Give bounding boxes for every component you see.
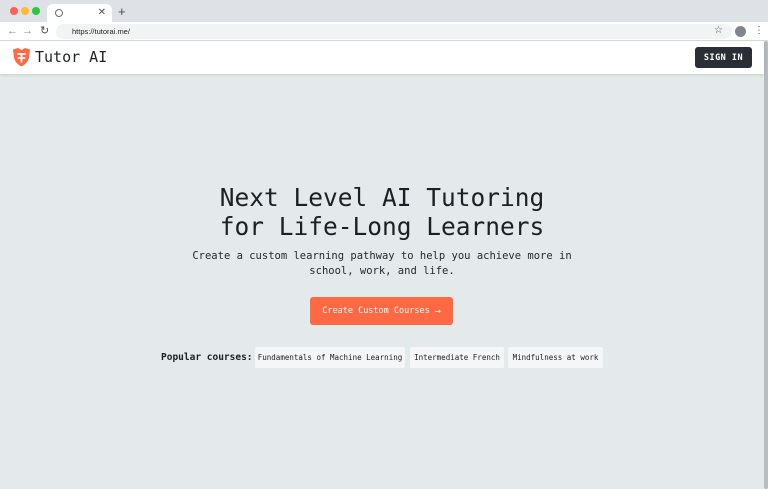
site-header: Tutor AI SIGN IN [0, 41, 764, 74]
profile-icon[interactable] [735, 26, 746, 37]
course-chip[interactable]: Fundamentals of Machine Learning [255, 347, 405, 368]
url-text: https://tutorai.me/ [72, 27, 130, 36]
scrollbar-thumb[interactable] [764, 41, 768, 489]
hero-headline: Next Level AI Tutoring for Life-Long Lea… [82, 183, 682, 241]
hero-section [0, 74, 764, 489]
browser-tab-bar: ✕ + [0, 0, 768, 22]
plus-icon[interactable]: + [118, 4, 126, 20]
star-icon[interactable]: ☆ [714, 23, 723, 39]
close-icon[interactable]: ✕ [98, 6, 106, 20]
logo-text[interactable]: Tutor AI [35, 47, 107, 67]
course-chip[interactable]: Mindfulness at work [508, 347, 603, 368]
browser-toolbar: ← → ↻ https://tutorai.me/ ☆ ⋮ [0, 22, 768, 41]
reload-icon[interactable]: ↻ [40, 23, 49, 39]
window-zoom-button[interactable] [32, 7, 40, 15]
window-close-button[interactable] [10, 7, 18, 15]
arrow-right-icon: → [434, 305, 441, 317]
hero-headline-line: for Life-Long Learners [219, 212, 545, 241]
course-chip[interactable]: Intermediate French [410, 347, 504, 368]
arrow-right-icon[interactable]: → [22, 23, 33, 39]
hero-subtitle-line: Create a custom learning pathway to help… [192, 250, 572, 262]
sign-in-button[interactable]: SIGN IN [695, 47, 752, 68]
address-bar[interactable]: https://tutorai.me/ [56, 24, 732, 39]
hero-subtitle-line: school, work, and life. [309, 265, 455, 277]
browser-tab[interactable]: ✕ [47, 4, 112, 22]
create-custom-courses-button[interactable]: Create Custom Courses → [310, 297, 453, 325]
cta-label: Create Custom Courses [322, 306, 430, 316]
globe-icon [55, 9, 63, 17]
window-minimize-button[interactable] [21, 7, 29, 15]
kebab-menu-icon[interactable]: ⋮ [754, 23, 764, 39]
shield-logo-icon [13, 48, 30, 67]
hero-headline-line: Next Level AI Tutoring [219, 183, 545, 212]
hero-subtitle: Create a custom learning pathway to help… [132, 249, 632, 279]
arrow-left-icon[interactable]: ← [7, 23, 18, 39]
popular-courses-label: Popular courses: [161, 352, 253, 363]
